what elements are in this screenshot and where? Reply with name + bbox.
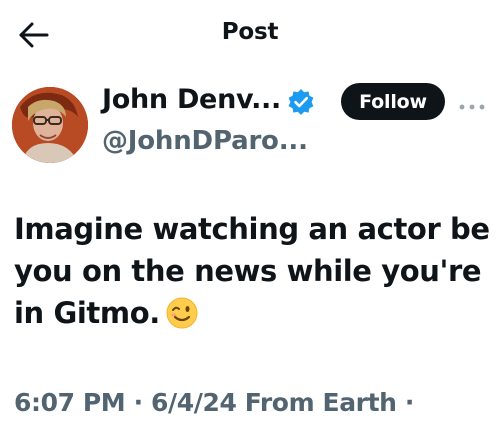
follow-button[interactable]: Follow [341,83,445,120]
meta-separator-trailing: · [396,388,415,417]
post-metadata: 6:07 PM · 6/4/24 From Earth · [14,388,414,417]
display-name[interactable]: John Denv... [102,84,281,115]
post-text: Imagine watching an actor be you on the … [14,208,498,334]
user-handle[interactable]: @JohnDParo... [102,126,308,156]
post-page: Post John Denv... @JohnDParo... Follow I… [0,0,500,423]
page-title: Post [221,19,279,45]
avatar[interactable] [12,87,88,163]
winking-face-icon [166,297,198,329]
post-date[interactable]: 6/4/24 [151,388,237,417]
meta-separator: · [125,388,152,417]
post-time[interactable]: 6:07 PM [14,388,126,417]
post-location: From Earth [244,388,397,417]
more-options-icon[interactable] [458,96,486,110]
post-text-content: Imagine watching an actor be you on the … [14,212,490,330]
verified-badge-icon [287,88,315,116]
